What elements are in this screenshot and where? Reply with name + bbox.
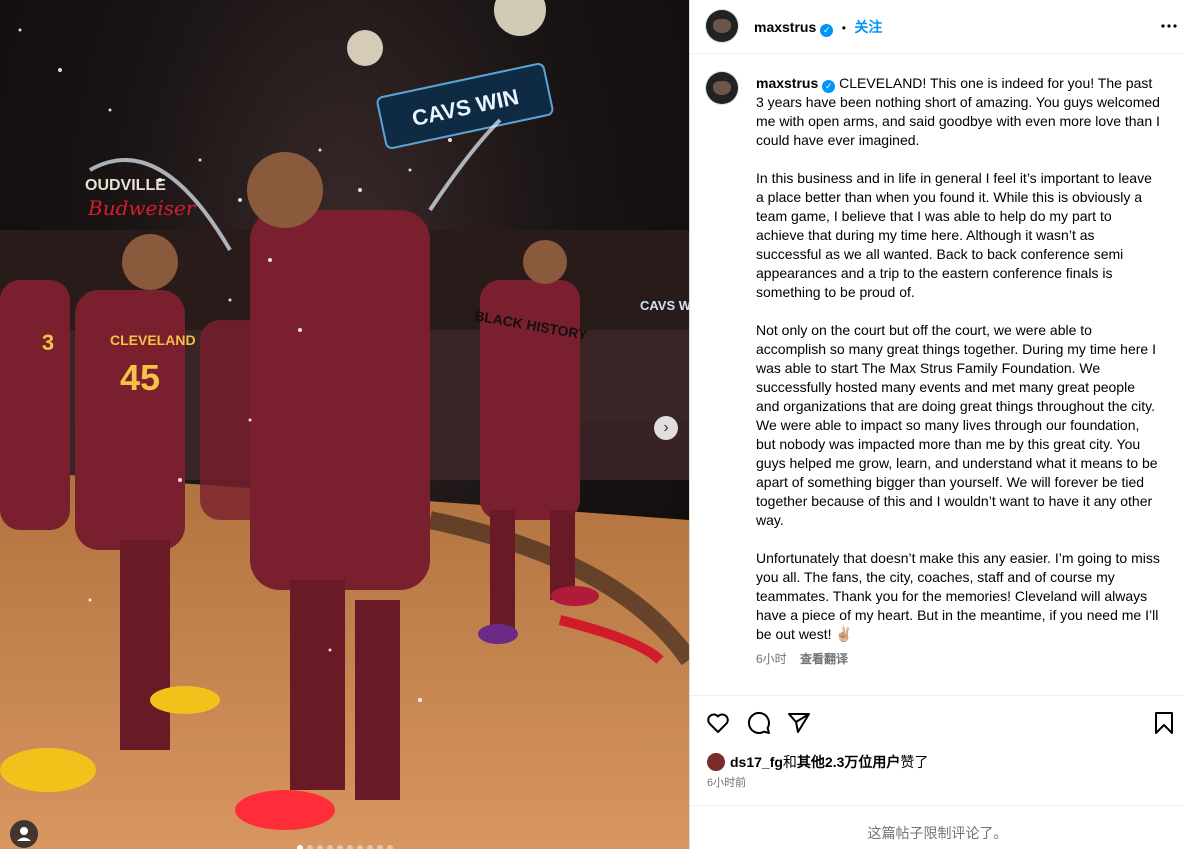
post-image[interactable]: CAVS WIN OUDVILLE Budweiser CAVS WIN CLE…	[0, 0, 689, 849]
brand-sign: Budweiser	[87, 196, 197, 220]
caption-meta: 6小时 查看翻译	[756, 650, 1161, 669]
likes-summary: ds17_fg和其他2.3万位用户赞了	[707, 752, 928, 772]
carousel-dot	[326, 845, 333, 849]
more-horizontal-icon[interactable]	[1160, 23, 1178, 29]
comment-icon[interactable]	[747, 711, 771, 735]
carousel-dot	[346, 845, 353, 849]
jersey-number-left: 3	[42, 330, 54, 355]
action-bar: ds17_fg和其他2.3万位用户赞了 6小时前	[690, 695, 1184, 806]
jersey-word: CLEVELAND	[110, 332, 196, 348]
caption-area: maxstrus ✓ CLEVELAND! This one is indeed …	[690, 54, 1184, 694]
celebration-photo: CAVS WIN OUDVILLE Budweiser CAVS WIN CLE…	[0, 0, 689, 849]
post-panel: maxstrus ✓ • 关注 maxstrus ✓ CLEVELAND! This…	[689, 0, 1184, 849]
header-user-row: maxstrus ✓ • 关注	[754, 17, 882, 37]
arena-sign: OUDVILLE	[85, 177, 166, 194]
comments-limited-notice: 这篇帖子限制评论了。	[690, 805, 1184, 850]
caption-username[interactable]: maxstrus	[756, 75, 818, 91]
carousel-indicator	[0, 838, 689, 849]
avatar[interactable]	[706, 10, 738, 42]
caption-time: 6小时	[756, 652, 787, 666]
carousel-dot	[296, 845, 303, 849]
carousel-dot	[366, 845, 373, 849]
post-header: maxstrus ✓ • 关注	[690, 0, 1184, 54]
verified-icon: ✓	[820, 24, 834, 37]
separator-dot: •	[841, 21, 846, 35]
likes-suffix: 赞了	[900, 754, 929, 770]
next-image-button[interactable]: ›	[654, 416, 678, 440]
caption: maxstrus ✓ CLEVELAND! This one is indeed …	[756, 74, 1161, 669]
caption-paragraph: maxstrus ✓ CLEVELAND! This one is indeed …	[756, 74, 1161, 150]
caption-paragraph: Unfortunately that doesn’t make this any…	[756, 550, 1160, 642]
likes-connector: 和	[782, 754, 797, 770]
header-username[interactable]: maxstrus	[754, 19, 816, 35]
carousel-dot	[356, 845, 363, 849]
follow-button[interactable]: 关注	[854, 19, 882, 35]
jersey-number-mid: 45	[120, 357, 160, 398]
heart-icon[interactable]	[706, 711, 730, 735]
carousel-dot	[306, 845, 313, 849]
verified-icon: ✓	[822, 80, 836, 93]
carousel-dot	[386, 845, 393, 849]
carousel-dot	[376, 845, 383, 849]
carousel-dot	[316, 845, 323, 849]
carousel-dot	[336, 845, 343, 849]
liker-username[interactable]: ds17_fg	[730, 754, 783, 770]
likes-others[interactable]: 其他2.3万位用户	[797, 754, 900, 770]
translate-button[interactable]: 查看翻译	[800, 652, 848, 666]
side-sign: CAVS WIN	[640, 298, 689, 313]
liker-avatar[interactable]	[707, 753, 725, 771]
caption-paragraph: Not only on the court but off the court,…	[756, 322, 1158, 528]
bookmark-icon[interactable]	[1153, 711, 1175, 735]
share-icon[interactable]	[787, 711, 811, 735]
caption-avatar[interactable]	[706, 72, 738, 104]
post-time: 6小时前	[707, 777, 747, 789]
caption-paragraph: In this business and in life in general …	[756, 170, 1152, 300]
